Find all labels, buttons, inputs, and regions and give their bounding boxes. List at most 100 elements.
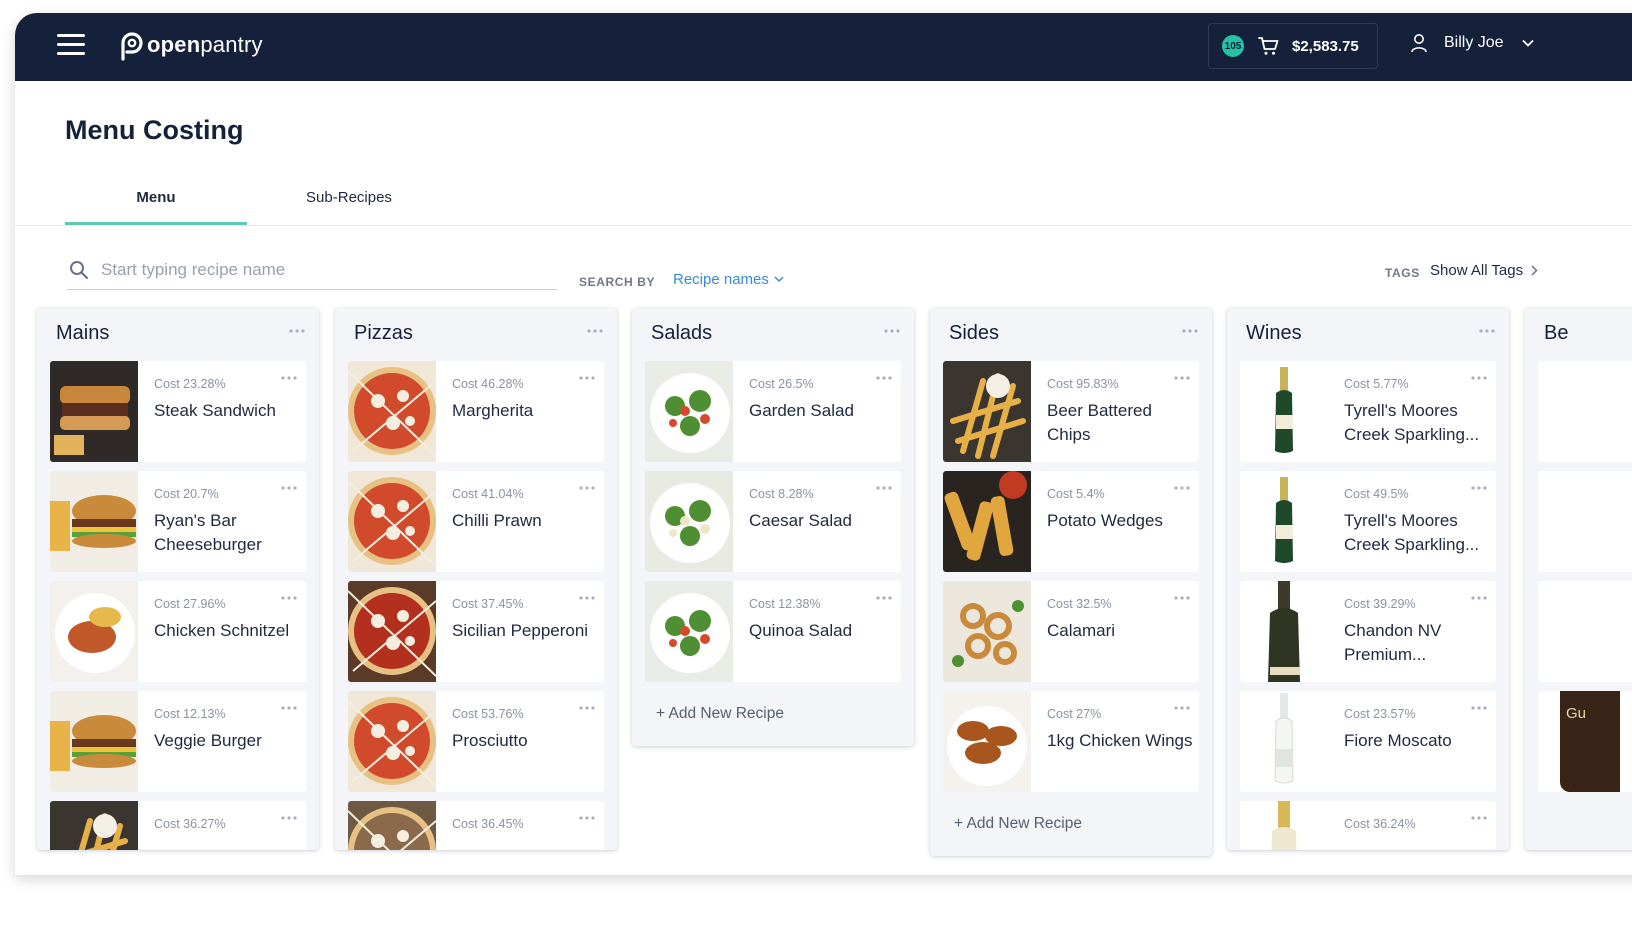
steak-sandwich-image [50,361,138,462]
recipe-name: Prosciutto [452,731,528,750]
show-all-tags-button[interactable]: Show All Tags [1430,262,1538,279]
more-dots-icon[interactable] [289,320,305,338]
more-dots-icon[interactable] [1479,320,1495,338]
tags-label: TAGS [1385,266,1420,280]
recipe-card[interactable]: Cost 26.5% Garden Salad [645,361,901,462]
tab-sub-recipes[interactable]: Sub-Recipes [285,173,413,222]
search-by-label: SEARCH BY [579,275,656,289]
recipe-card[interactable]: Cost 27.96% Chicken Schnitzel [50,581,306,682]
recipe-name: Margherita [452,401,534,420]
more-dots-icon[interactable] [1174,477,1190,495]
cart-icon [1258,37,1279,55]
cart-button[interactable]: 105 $2,583.75 [1208,23,1378,69]
recipe-card[interactable]: Cost 8.28% Caesar Salad [645,471,901,572]
more-dots-icon[interactable] [579,477,595,495]
menu-icon[interactable] [57,34,85,56]
logo[interactable]: openpantry [116,27,263,63]
recipe-name: Tyrell's Moores Creek Sparkling... [1344,401,1480,444]
recipe-card[interactable] [1538,361,1632,462]
column-title: Mains [56,322,110,344]
white-bottle-image [1240,691,1328,792]
category-column-sides: Sides Cost 95.83% Beer Battered Chips Cost … [930,308,1212,856]
recipe-card[interactable]: Cost 5.77% Tyrell's Moores Creek Sparklin… [1240,361,1496,462]
more-dots-icon[interactable] [281,807,297,825]
more-dots-icon[interactable] [579,587,595,605]
recipe-card[interactable]: Cost 49.5% Tyrell's Moores Creek Sparklin… [1240,471,1496,572]
salad-image [645,581,733,682]
recipe-name: Tyrell's Moores Creek Sparkling... [1344,511,1480,554]
more-dots-icon[interactable] [1174,367,1190,385]
recipe-cost: Cost 27.96% [154,597,226,611]
recipe-card[interactable]: Cost 27% 1kg Chicken Wings [943,691,1199,792]
more-dots-icon[interactable] [579,697,595,715]
recipe-cost: Cost 46.28% [452,377,524,391]
recipe-card[interactable]: Cost 32.5% Calamari [943,581,1199,682]
chevron-down-icon [1521,39,1534,47]
recipe-cost: Cost 5.4% [1047,487,1105,501]
recipe-cost: Cost 23.57% [1344,707,1416,721]
add-new-recipe-button[interactable]: + Add New Recipe [656,705,784,723]
more-dots-icon[interactable] [281,477,297,495]
recipe-name: Sicilian Pepperoni [452,621,589,640]
search-input[interactable] [99,259,543,281]
recipe-card[interactable]: Cost 23.28% Steak Sandwich [50,361,306,462]
recipe-card[interactable]: Cost 46.28% Margherita [348,361,604,462]
tab-menu[interactable]: Menu [65,173,247,225]
recipe-card[interactable]: Cost 5.4% Potato Wedges [943,471,1199,572]
chevron-down-icon [774,276,784,283]
add-new-recipe-button[interactable]: + Add New Recipe [954,815,1082,833]
recipe-card[interactable]: Cost 36.45% [348,801,604,850]
recipe-card[interactable]: Cost 95.83% Beer Battered Chips [943,361,1199,462]
recipe-card[interactable]: Gu [1538,691,1632,792]
recipe-cost: Cost 12.13% [154,707,226,721]
more-dots-icon[interactable] [281,367,297,385]
more-dots-icon[interactable] [579,807,595,825]
recipe-cost: Cost 49.5% [1344,487,1409,501]
more-dots-icon[interactable] [876,367,892,385]
recipe-card[interactable]: Cost 23.57% Fiore Moscato [1240,691,1496,792]
more-dots-icon[interactable] [1174,587,1190,605]
recipe-cost: Cost 12.38% [749,597,821,611]
more-dots-icon[interactable] [876,477,892,495]
user-menu[interactable]: Billy Joe [1410,33,1534,53]
recipe-cost: Cost 5.77% [1344,377,1409,391]
fries-image [943,361,1031,462]
more-dots-icon[interactable] [1182,320,1198,338]
more-dots-icon[interactable] [1471,587,1487,605]
recipe-card[interactable]: Cost 36.27% [50,801,306,850]
recipe-card[interactable]: Cost 36.24% [1240,801,1496,850]
recipe-card[interactable]: Cost 53.76% Prosciutto [348,691,604,792]
more-dots-icon[interactable] [1471,807,1487,825]
recipe-card[interactable]: Cost 12.38% Quinoa Salad [645,581,901,682]
more-dots-icon[interactable] [1471,367,1487,385]
more-dots-icon[interactable] [876,587,892,605]
logo-text-rest: pantry [200,32,263,57]
fries-image [50,801,138,850]
more-dots-icon[interactable] [1174,697,1190,715]
recipe-card[interactable]: Cost 37.45% Sicilian Pepperoni [348,581,604,682]
more-dots-icon[interactable] [1471,697,1487,715]
recipe-card[interactable]: Cost 20.7% Ryan's Bar Cheeseburger [50,471,306,572]
recipe-card[interactable]: Cost 12.13% Veggie Burger [50,691,306,792]
more-dots-icon[interactable] [281,697,297,715]
recipe-card[interactable]: Cost 39.29% Chandon NV Premium... [1240,581,1496,682]
recipe-cost: Cost 20.7% [154,487,219,501]
recipe-card[interactable]: Cost 41.04% Chilli Prawn [348,471,604,572]
search-by-dropdown[interactable]: Recipe names [673,271,784,288]
more-dots-icon[interactable] [579,367,595,385]
pizza-image [348,471,436,572]
dark-bottle-image [1240,581,1328,682]
recipe-cost: Cost 53.76% [452,707,524,721]
wings-image [943,691,1031,792]
more-dots-icon[interactable] [587,320,603,338]
recipe-card[interactable] [1538,471,1632,572]
column-title: Be [1544,322,1569,344]
more-dots-icon[interactable] [1471,477,1487,495]
recipe-card[interactable] [1538,581,1632,682]
app-window: openpantry 105 $2,583.75 Billy Joe Menu … [15,13,1632,875]
more-dots-icon[interactable] [884,320,900,338]
more-dots-icon[interactable] [281,587,297,605]
recipe-name: 1kg Chicken Wings [1047,731,1193,750]
page-title: Menu Costing [65,115,244,145]
caesar-image [645,471,733,572]
